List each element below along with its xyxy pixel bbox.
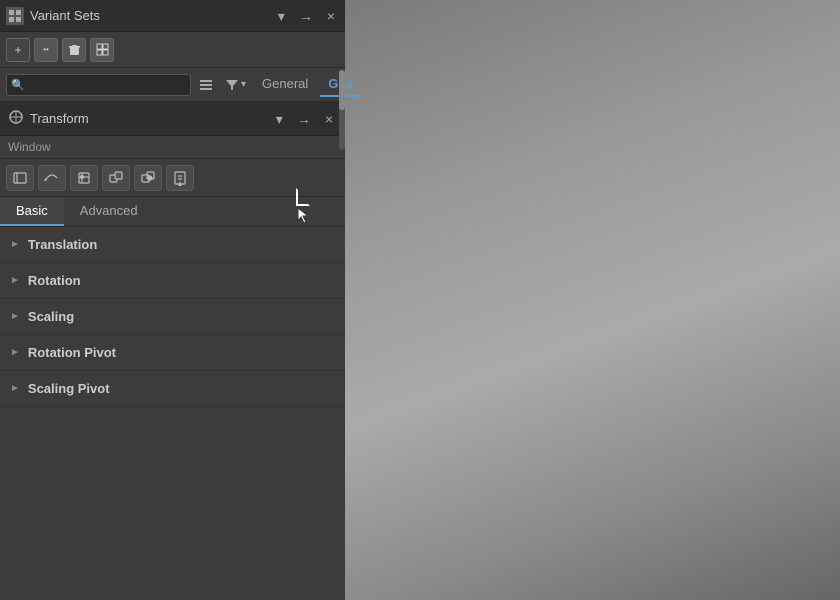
expand-arrow-scaling: ► (10, 311, 20, 322)
variant-sets-close-btn[interactable]: × (323, 7, 339, 25)
property-rotation[interactable]: ► Rotation (0, 263, 345, 299)
delete-button[interactable] (62, 38, 86, 62)
variant-sets-header: Variant Sets ▾ → × (0, 0, 345, 32)
tab-basic[interactable]: Basic (0, 197, 64, 226)
list-view-btn[interactable] (195, 76, 217, 94)
add-button[interactable]: + (6, 38, 30, 62)
property-label-rotation-pivot: Rotation Pivot (28, 345, 116, 360)
property-list: ► Translation ► Rotation ► Scaling ► Rot… (0, 227, 345, 600)
variant-sets-down-btn[interactable]: ▾ (274, 7, 289, 25)
property-label-translation: Translation (28, 237, 97, 252)
grid-button[interactable] (90, 38, 114, 62)
transform-panel: Transform ▾ → × Window (0, 102, 345, 600)
expand-arrow-scaling-pivot: ► (10, 383, 20, 394)
transform-header: Transform ▾ → × (0, 102, 345, 136)
property-rotation-pivot[interactable]: ► Rotation Pivot (0, 335, 345, 371)
more-button[interactable]: •• (34, 38, 58, 62)
search-wrap: 🔍 (6, 74, 191, 96)
property-translation[interactable]: ► Translation (0, 227, 345, 263)
variant-sets-toolbar: + •• (0, 32, 345, 68)
transform-toolbar (0, 159, 345, 197)
variant-sets-icon (6, 7, 24, 25)
search-input[interactable] (6, 74, 191, 96)
basic-advanced-tabs: Basic Advanced (0, 197, 345, 227)
variant-sets-title: Variant Sets (30, 8, 268, 23)
variant-sets-pin-btn[interactable]: → (295, 7, 317, 25)
transform-close-btn[interactable]: × (321, 110, 337, 128)
expand-arrow-rotation: ► (10, 275, 20, 286)
scrollbar[interactable] (339, 70, 345, 150)
property-label-rotation: Rotation (28, 273, 81, 288)
expand-arrow-rotation-pivot: ► (10, 347, 20, 358)
transform-title: Transform (30, 111, 266, 126)
property-label-scaling-pivot: Scaling Pivot (28, 381, 110, 396)
transform-pin-btn[interactable]: → (293, 110, 315, 128)
filter-btn[interactable]: ▾ (221, 76, 250, 94)
property-scaling[interactable]: ► Scaling (0, 299, 345, 335)
transform-tool-2[interactable] (38, 165, 66, 191)
scrollbar-thumb[interactable] (339, 70, 345, 110)
transform-tool-3[interactable] (70, 165, 98, 191)
tab-general[interactable]: General (254, 72, 316, 97)
transform-icon (8, 109, 24, 128)
expand-arrow-translation: ► (10, 239, 20, 250)
transform-tool-6[interactable] (166, 165, 194, 191)
background-area (345, 0, 840, 600)
transform-tool-5[interactable] (134, 165, 162, 191)
property-label-scaling: Scaling (28, 309, 74, 324)
tab-advanced[interactable]: Advanced (64, 197, 154, 226)
search-row: 🔍 ▾ General Geo (0, 68, 345, 102)
left-panel: Variant Sets ▾ → × + •• (0, 0, 345, 600)
transform-tool-1[interactable] (6, 165, 34, 191)
transform-down-btn[interactable]: ▾ (272, 110, 287, 128)
window-label: Window (0, 136, 345, 159)
property-scaling-pivot[interactable]: ► Scaling Pivot (0, 371, 345, 407)
transform-tool-4[interactable] (102, 165, 130, 191)
